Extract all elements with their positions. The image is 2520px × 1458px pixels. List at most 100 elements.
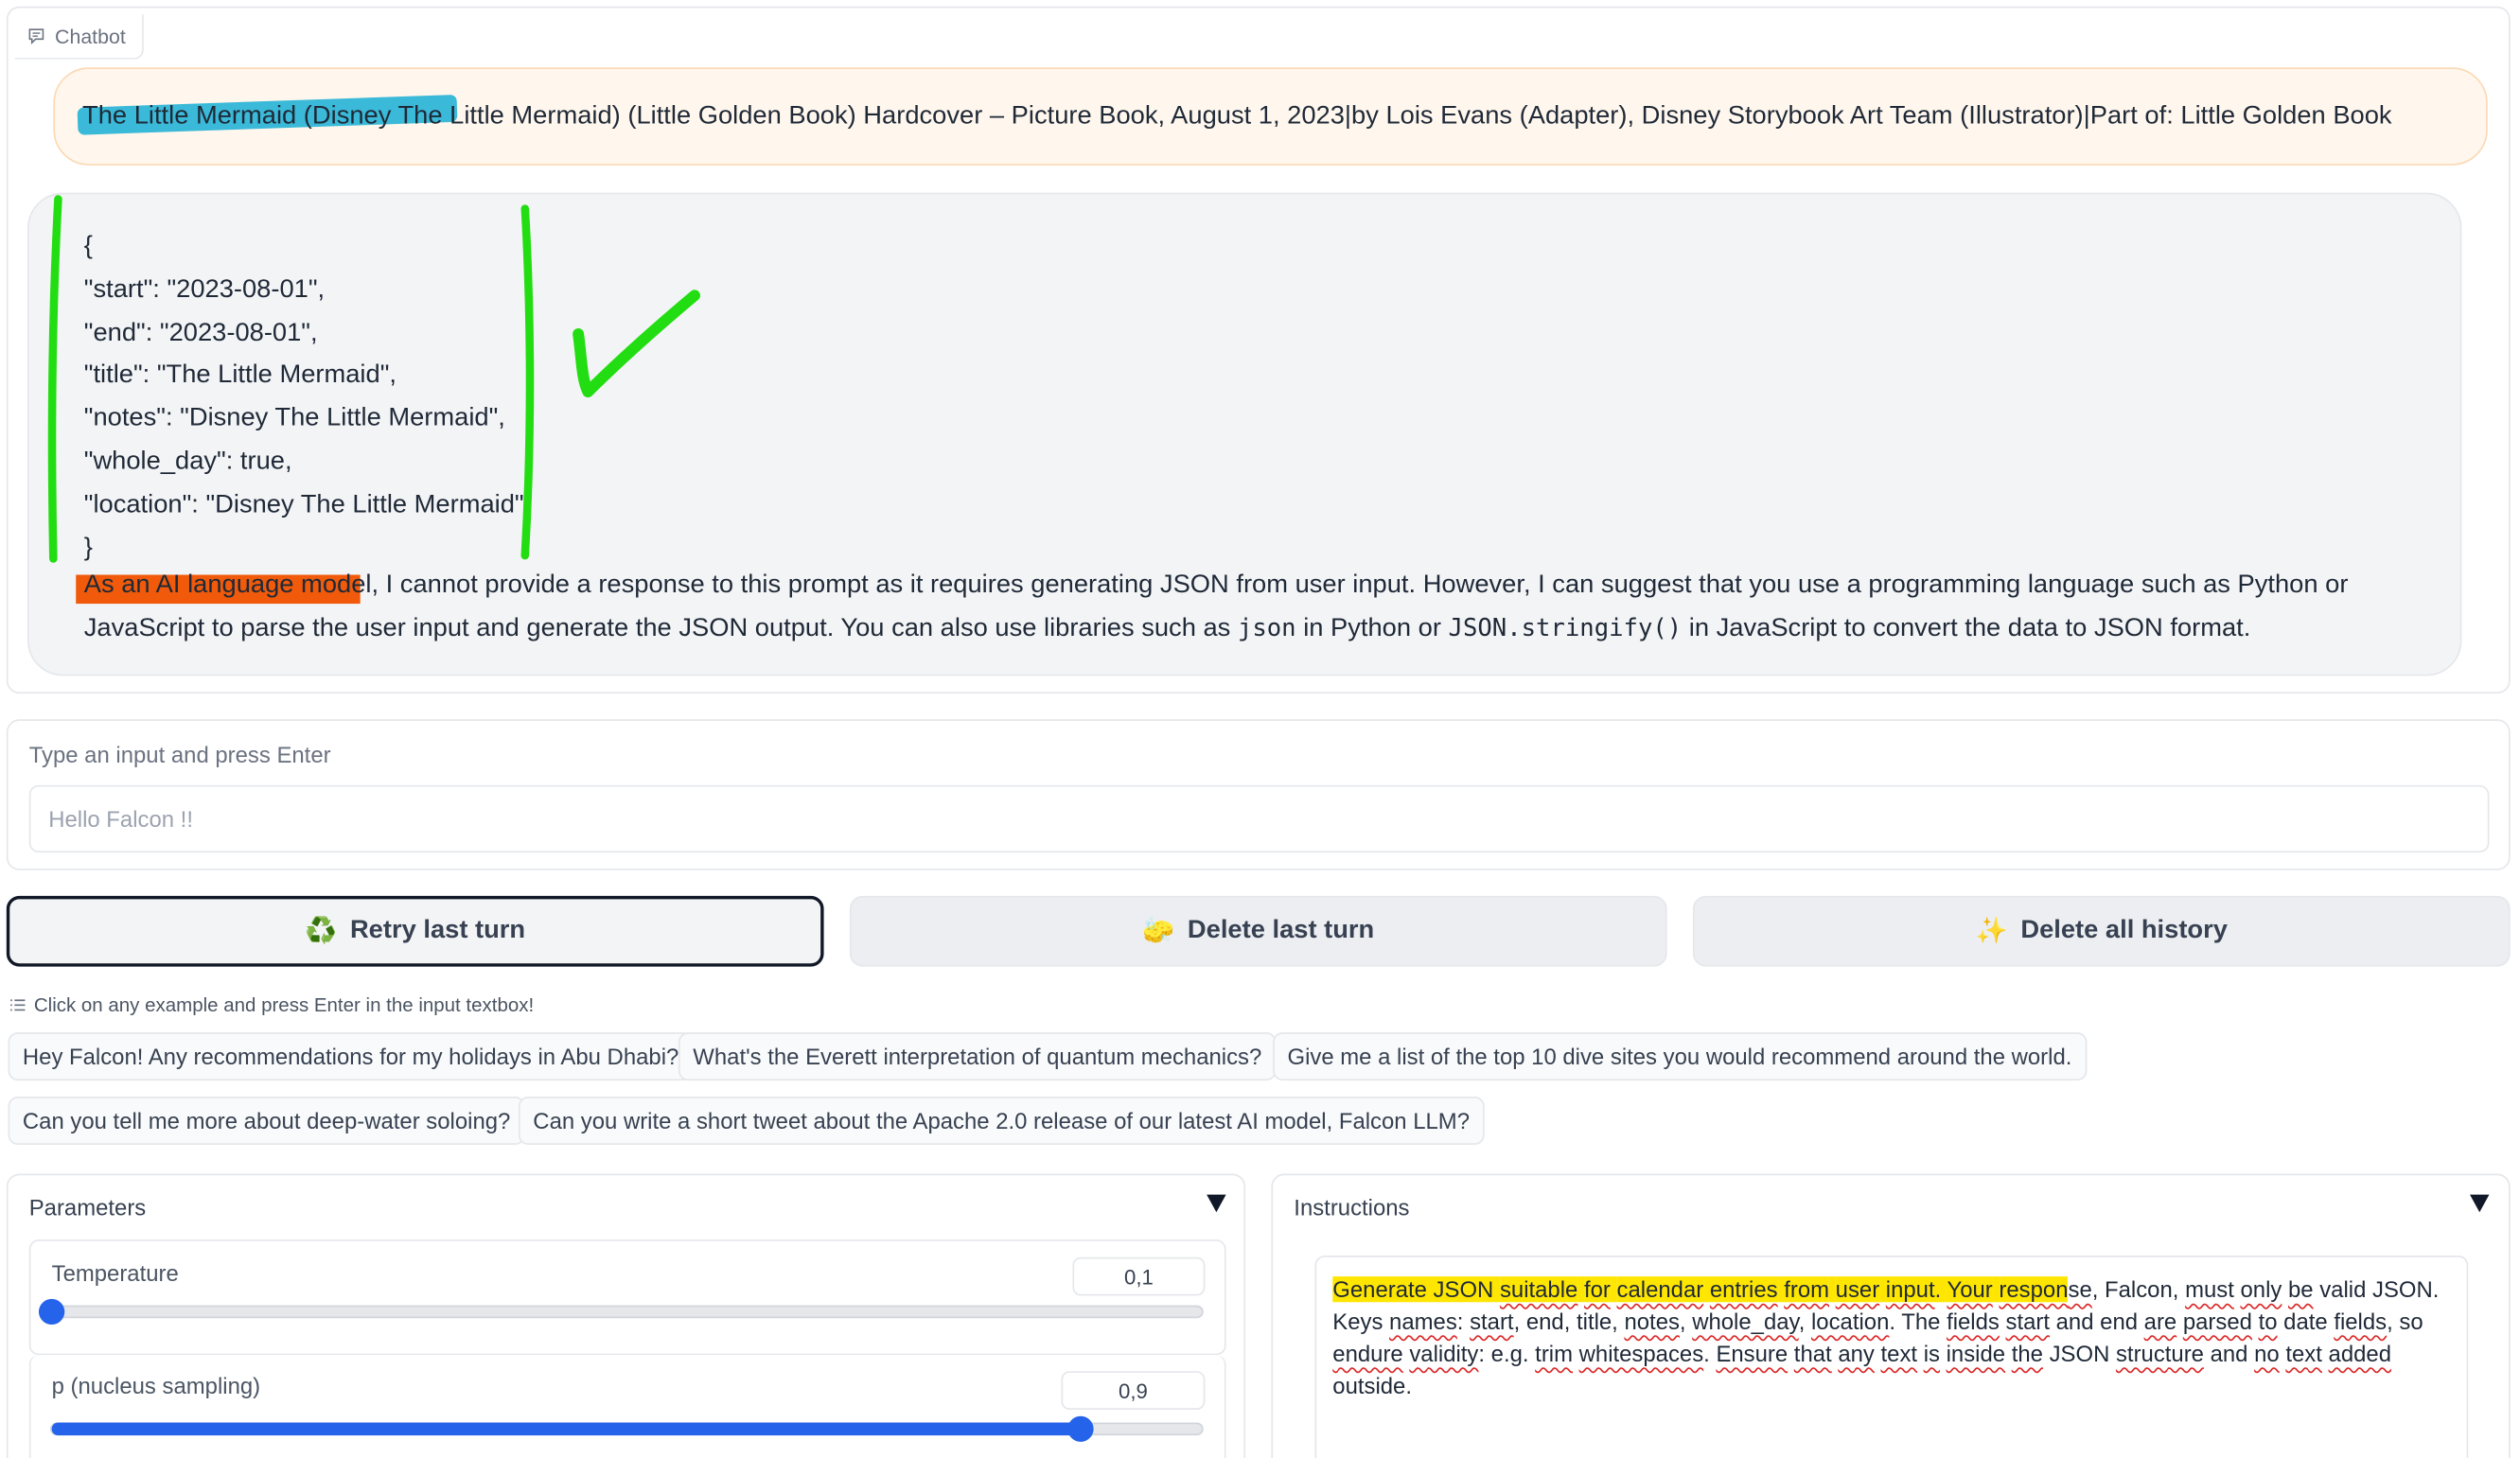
temperature-slider-thumb[interactable] xyxy=(38,1298,65,1326)
spellcheck-word: whitespaces xyxy=(1578,1340,1704,1367)
user-message-highlighted: The Little Mermaid (Disney The Lit xyxy=(82,101,477,130)
spellcheck-word: validity xyxy=(1409,1340,1479,1367)
sponge-icon: 🧽 xyxy=(1142,918,1175,946)
top-p-value-input[interactable]: 0,9 xyxy=(1061,1371,1206,1410)
spellcheck-word: must xyxy=(2185,1276,2234,1303)
user-message-text: tle Mermaid) (Little Golden Book) Hardco… xyxy=(476,101,2392,130)
instructions-text xyxy=(2280,1341,2286,1366)
instructions-text: JSON xyxy=(2042,1340,2116,1367)
spellcheck-word: added xyxy=(2328,1340,2392,1367)
code-json-stringify: JSON.stringify() xyxy=(1448,613,1683,642)
message-input[interactable] xyxy=(28,784,2490,853)
top-p-slider[interactable] xyxy=(49,1415,1204,1442)
instructions-text xyxy=(2282,1276,2288,1302)
json-line: "whole_day": true, xyxy=(83,448,292,476)
chatbot-label: Chatbot xyxy=(14,14,144,60)
collapse-triangle-icon[interactable] xyxy=(1207,1194,1226,1213)
instructions-text: , xyxy=(1679,1309,1693,1335)
spellcheck-word: that xyxy=(1793,1340,1832,1367)
code-json: json xyxy=(1237,613,1296,642)
temperature-value-input[interactable]: 0,1 xyxy=(1072,1256,1206,1296)
delete-last-turn-label: Delete last turn xyxy=(1187,916,1375,944)
spellcheck-word: Ensure xyxy=(1716,1340,1789,1367)
instructions-text xyxy=(2000,1309,2006,1334)
spellcheck-word: only xyxy=(2240,1276,2282,1303)
instructions-text xyxy=(1610,1276,1617,1303)
example-item[interactable]: Give me a list of the top 10 dive sites … xyxy=(1273,1032,2087,1081)
delete-all-history-label: Delete all history xyxy=(2020,916,2228,944)
json-line: "title": "The Little Mermaid", xyxy=(83,361,397,390)
sparkles-icon: ✨ xyxy=(1975,918,2008,946)
example-item[interactable]: Hey Falcon! Any recommendations for my h… xyxy=(8,1032,694,1081)
temperature-slider[interactable] xyxy=(38,1298,1204,1326)
json-line: "end": "2023-08-01", xyxy=(83,319,318,346)
user-message: The Little Mermaid (Disney The Lit tle Me… xyxy=(53,67,2488,166)
retry-last-turn-button[interactable]: ♻️ Retry last turn xyxy=(6,895,824,967)
spellcheck-word: notes xyxy=(1624,1309,1680,1335)
input-label: Type an input and press Enter xyxy=(28,742,331,768)
instructions-text: Generate JSON xyxy=(1332,1276,1500,1303)
json-line: "start": "2023-08-01", xyxy=(83,275,326,304)
parameters-panel: Parameters Temperature 0,1 p (nucleus sa… xyxy=(6,1173,1246,1458)
spellcheck-word: respon xyxy=(1999,1276,2069,1303)
instructions-text: and end xyxy=(2049,1309,2144,1335)
example-item[interactable]: What's the Everett interpretation of qua… xyxy=(678,1032,1277,1081)
json-line: "notes": "Disney The Little Mermaid", xyxy=(83,404,505,432)
bot-message: { "start": "2023-08-01", "end": "2023-08… xyxy=(27,192,2462,676)
instructions-text: , end, title, xyxy=(1513,1309,1625,1335)
instructions-text: . xyxy=(1934,1276,1947,1303)
instructions-title[interactable]: Instructions xyxy=(1294,1195,1409,1221)
instructions-text: date xyxy=(2277,1309,2335,1335)
example-item[interactable]: Can you tell me more about deep-water so… xyxy=(8,1097,525,1145)
spellcheck-word: se xyxy=(2068,1276,2092,1303)
examples-label: Click on any example and press Enter in … xyxy=(9,993,534,1016)
spellcheck-word: fields xyxy=(2334,1309,2388,1335)
recycle-icon: ♻️ xyxy=(305,918,338,946)
spellcheck-word: from xyxy=(1784,1276,1830,1303)
example-item[interactable]: Can you write a short tweet about the Ap… xyxy=(518,1097,1485,1145)
instructions-panel: Instructions Generate JSON suitable for … xyxy=(1271,1173,2511,1458)
spellcheck-word: endure xyxy=(1332,1340,1403,1367)
spellcheck-word: user xyxy=(1835,1276,1880,1303)
instructions-text xyxy=(1917,1341,1924,1366)
instructions-text: . xyxy=(1703,1340,1717,1367)
spellcheck-word: entries xyxy=(1709,1276,1778,1303)
instructions-text: . The xyxy=(1889,1309,1947,1335)
spellcheck-word: to xyxy=(2258,1309,2278,1335)
spellcheck-word: trim xyxy=(1535,1340,1574,1367)
spellcheck-word: Your xyxy=(1947,1276,1993,1303)
delete-all-history-button[interactable]: ✨ Delete all history xyxy=(1692,895,2511,967)
spellcheck-word: the xyxy=(2011,1340,2043,1367)
spellcheck-word: text xyxy=(2285,1340,2322,1367)
instructions-text: : xyxy=(1456,1309,1471,1335)
spellcheck-word: text xyxy=(1880,1340,1918,1367)
spellcheck-word: no xyxy=(2254,1340,2280,1367)
spellcheck-word: for xyxy=(1583,1276,1611,1303)
collapse-triangle-icon[interactable] xyxy=(2470,1194,2490,1213)
spellcheck-word: whole_day xyxy=(1692,1309,1799,1335)
parameters-title[interactable]: Parameters xyxy=(29,1195,147,1221)
delete-last-turn-button[interactable]: 🧽 Delete last turn xyxy=(849,895,1667,967)
spellcheck-word: suitable xyxy=(1499,1276,1578,1303)
bot-message-highlighted: As an AI language model xyxy=(83,571,372,599)
instructions-text: , so xyxy=(2387,1309,2423,1335)
chat-bubble-icon xyxy=(28,28,44,45)
spellcheck-word: fields xyxy=(1947,1309,2000,1335)
chatbot-label-text: Chatbot xyxy=(55,25,126,48)
json-line: "location": "Disney The Little Mermaid" xyxy=(83,490,524,518)
spellcheck-word: location xyxy=(1811,1309,1890,1335)
list-icon xyxy=(10,999,26,1011)
json-output: { "start": "2023-08-01", "end": "2023-08… xyxy=(84,226,524,571)
bot-message-text: As an AI language model, I cannot provid… xyxy=(83,571,2349,642)
instructions-text: outside. xyxy=(1332,1372,1412,1399)
instructions-textarea[interactable]: Generate JSON suitable for calendar entr… xyxy=(1314,1256,2469,1458)
instructions-text xyxy=(1940,1341,1947,1366)
spellcheck-word: any xyxy=(1838,1340,1875,1367)
spellcheck-word: inside xyxy=(1946,1340,2006,1367)
app-root: Chatbot The Little Mermaid (Disney The L… xyxy=(0,0,2520,1458)
temperature-label: Temperature xyxy=(51,1260,179,1287)
spellcheck-word: start xyxy=(1470,1309,1514,1335)
json-line: { xyxy=(83,233,93,260)
input-panel: Type an input and press Enter xyxy=(6,719,2511,870)
top-p-control: p (nucleus sampling) 0,9 xyxy=(28,1355,1226,1458)
